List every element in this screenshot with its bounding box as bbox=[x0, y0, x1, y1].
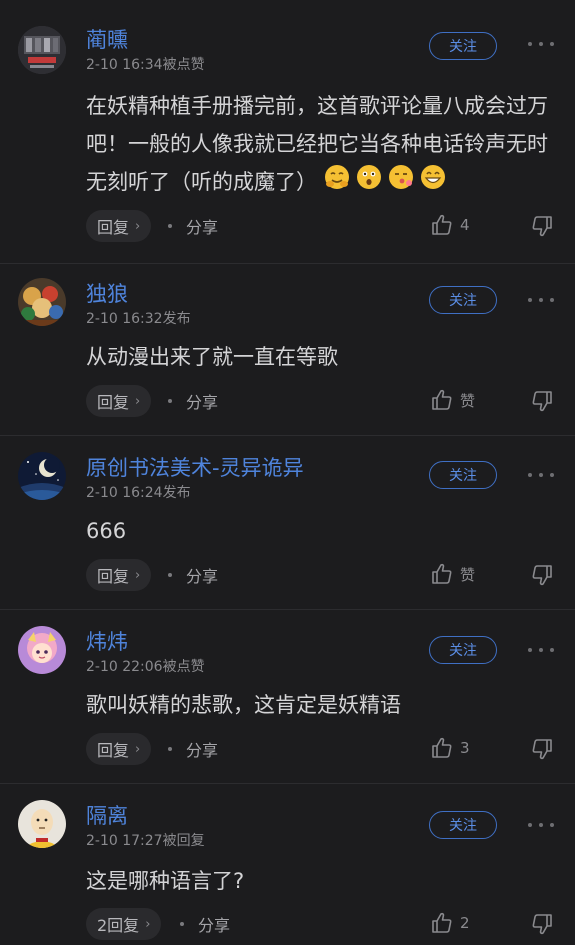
reply-label: 回复 bbox=[97, 741, 130, 760]
like-count: 3 bbox=[460, 739, 470, 757]
username[interactable]: 原创书法美术-灵异诡异 bbox=[86, 452, 304, 482]
username[interactable]: 蔺曛 bbox=[86, 24, 128, 54]
more-options-icon[interactable] bbox=[528, 292, 554, 308]
more-options-icon[interactable] bbox=[528, 36, 554, 52]
comment-text: 666 bbox=[86, 519, 127, 543]
reply-button[interactable]: 回复 › bbox=[86, 559, 152, 591]
follow-button[interactable]: 关注 bbox=[429, 32, 497, 60]
share-button[interactable]: 分享 bbox=[186, 737, 218, 761]
more-options-icon[interactable] bbox=[528, 642, 554, 658]
timestamp: 2-10 16:24发布 bbox=[86, 485, 191, 501]
thumbs-down-icon[interactable] bbox=[530, 737, 554, 765]
separator-dot bbox=[168, 747, 172, 751]
share-button[interactable]: 分享 bbox=[186, 563, 218, 587]
reply-button[interactable]: 2回复 › bbox=[86, 908, 162, 940]
like-count: 赞 bbox=[460, 391, 476, 410]
comment-item: 炜炜 2-10 22:06被点赞 关注 歌叫妖精的悲歌，这肯定是妖精语 回复 › … bbox=[0, 610, 575, 784]
smile-hands-emoji bbox=[324, 164, 350, 202]
username[interactable]: 炜炜 bbox=[86, 626, 128, 656]
avatar[interactable] bbox=[18, 278, 66, 326]
reply-button[interactable]: 回复 › bbox=[86, 210, 152, 242]
share-button[interactable]: 分享 bbox=[186, 389, 218, 413]
reply-label: 回复 bbox=[97, 393, 130, 412]
more-options-icon[interactable] bbox=[528, 817, 554, 833]
comment-item: 隔离 2-10 17:27被回复 关注 这是哪种语言了? 2回复 › 分享 2 bbox=[0, 784, 575, 945]
like-count: 4 bbox=[460, 216, 470, 234]
comment-text: 从动漫出来了就一直在等歌 bbox=[86, 345, 338, 369]
comment-text-content: 在妖精种植手册播完前，这首歌评论量八成会过万吧！一般的人像我就已经把它当各种电话… bbox=[86, 94, 548, 194]
like-button[interactable]: 4 bbox=[430, 213, 470, 237]
follow-button[interactable]: 关注 bbox=[429, 461, 497, 489]
comment-item: 蔺曛 2-10 16:34被点赞 关注 在妖精种植手册播完前，这首歌评论量八成会… bbox=[0, 0, 575, 264]
username[interactable]: 独狼 bbox=[86, 278, 128, 308]
thumbs-up-icon bbox=[432, 912, 452, 933]
chevron-right-icon: › bbox=[135, 741, 141, 757]
avatar[interactable] bbox=[18, 800, 66, 848]
comment-text: 这是哪种语言了? bbox=[86, 869, 245, 893]
separator-dot bbox=[180, 922, 184, 926]
comment-item: 独狼 2-10 16:32发布 关注 从动漫出来了就一直在等歌 回复 › 分享 赞 bbox=[0, 262, 575, 436]
avatar[interactable] bbox=[18, 26, 66, 74]
chevron-right-icon: › bbox=[135, 218, 141, 234]
like-count: 2 bbox=[460, 914, 470, 932]
chevron-right-icon: › bbox=[135, 567, 141, 583]
thumbs-up-icon bbox=[432, 389, 452, 410]
follow-button[interactable]: 关注 bbox=[429, 286, 497, 314]
reply-label: 回复 bbox=[97, 218, 130, 237]
like-button[interactable]: 2 bbox=[430, 911, 470, 935]
chevron-right-icon: › bbox=[145, 916, 151, 932]
avatar[interactable] bbox=[18, 626, 66, 674]
username[interactable]: 隔离 bbox=[86, 800, 128, 830]
reply-button[interactable]: 回复 › bbox=[86, 385, 152, 417]
chevron-right-icon: › bbox=[135, 393, 141, 409]
thumbs-up-icon bbox=[432, 214, 452, 235]
comment-actions: 回复 › 分享 4 bbox=[0, 210, 575, 246]
comment-actions: 2回复 › 分享 2 bbox=[0, 908, 575, 944]
grinning-emoji bbox=[420, 164, 446, 202]
thumbs-down-icon[interactable] bbox=[530, 214, 554, 242]
timestamp: 2-10 16:34被点赞 bbox=[86, 57, 205, 73]
reply-button[interactable]: 回复 › bbox=[86, 733, 152, 765]
reply-label: 回复 bbox=[97, 567, 130, 586]
kissing-emoji bbox=[388, 164, 414, 202]
like-count: 赞 bbox=[460, 565, 476, 584]
comment-actions: 回复 › 分享 赞 bbox=[0, 559, 575, 595]
timestamp: 2-10 17:27被回复 bbox=[86, 833, 205, 849]
separator-dot bbox=[168, 573, 172, 577]
share-button[interactable]: 分享 bbox=[198, 912, 230, 936]
timestamp: 2-10 16:32发布 bbox=[86, 311, 191, 327]
comment-item: 原创书法美术-灵异诡异 2-10 16:24发布 关注 666 回复 › 分享 赞 bbox=[0, 436, 575, 610]
like-button[interactable]: 3 bbox=[430, 736, 470, 760]
thumbs-down-icon[interactable] bbox=[530, 912, 554, 940]
surprised-emoji bbox=[356, 164, 382, 202]
comment-text: 歌叫妖精的悲歌，这肯定是妖精语 bbox=[86, 693, 401, 717]
comment-actions: 回复 › 分享 3 bbox=[0, 733, 575, 769]
like-button[interactable]: 赞 bbox=[430, 562, 475, 586]
avatar[interactable] bbox=[18, 452, 66, 500]
follow-button[interactable]: 关注 bbox=[429, 811, 497, 839]
comment-text: 在妖精种植手册播完前，这首歌评论量八成会过万吧！一般的人像我就已经把它当各种电话… bbox=[86, 87, 554, 202]
reply-label: 2回复 bbox=[97, 916, 140, 935]
more-options-icon[interactable] bbox=[528, 467, 554, 483]
follow-button[interactable]: 关注 bbox=[429, 636, 497, 664]
separator-dot bbox=[168, 224, 172, 228]
timestamp: 2-10 22:06被点赞 bbox=[86, 659, 205, 675]
share-button[interactable]: 分享 bbox=[186, 214, 218, 238]
thumbs-up-icon bbox=[432, 737, 452, 758]
thumbs-down-icon[interactable] bbox=[530, 389, 554, 417]
thumbs-up-icon bbox=[432, 563, 452, 584]
thumbs-down-icon[interactable] bbox=[530, 563, 554, 591]
like-button[interactable]: 赞 bbox=[430, 388, 475, 412]
comment-actions: 回复 › 分享 赞 bbox=[0, 385, 575, 421]
separator-dot bbox=[168, 399, 172, 403]
